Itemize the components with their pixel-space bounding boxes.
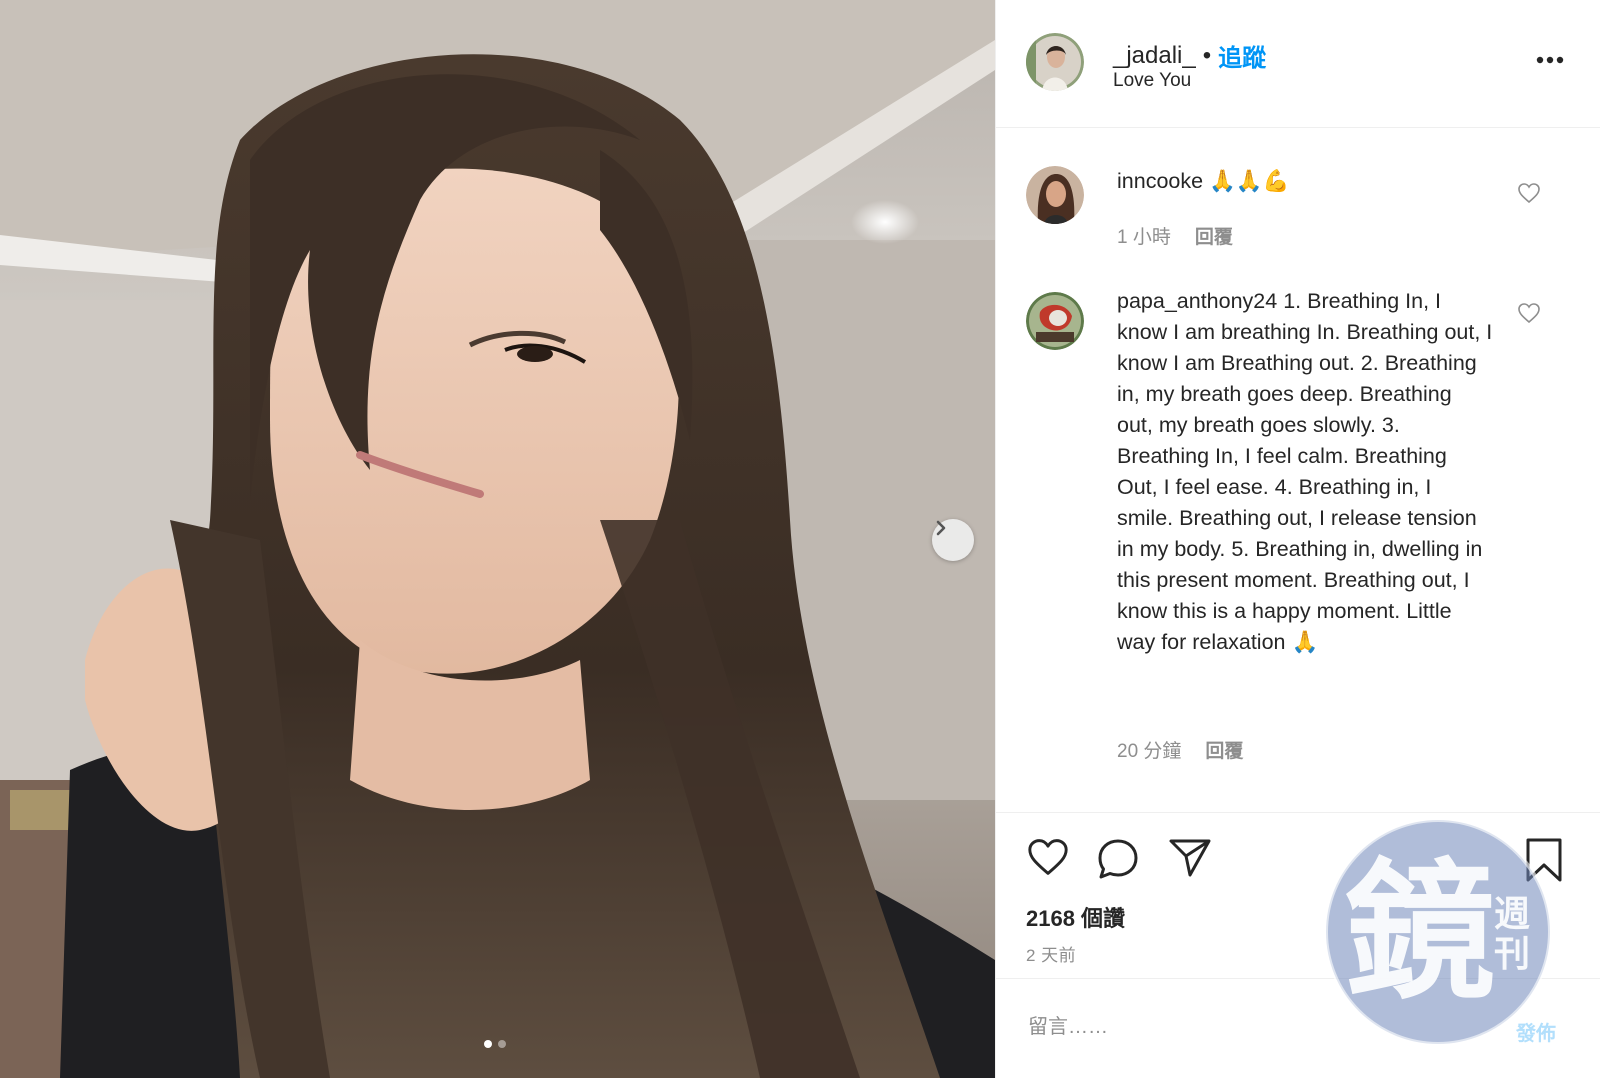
watermark-main-char: 鏡 bbox=[1345, 846, 1495, 1020]
comment-item: inncooke 🙏🙏💪 1 小時 回覆 bbox=[996, 150, 1600, 270]
comment-body: inncooke 🙏🙏💪 bbox=[1117, 166, 1493, 197]
paper-plane-icon bbox=[1169, 839, 1211, 877]
heart-icon bbox=[1028, 839, 1068, 875]
separator-dot: • bbox=[1202, 41, 1212, 69]
post-timestamp[interactable]: 2 天前 bbox=[1026, 941, 1076, 966]
comment-author[interactable]: papa_anthony24 bbox=[1117, 289, 1277, 313]
watermark-sub-char-1: 週 bbox=[1494, 894, 1530, 935]
likes-count[interactable]: 2168 個讚 bbox=[1026, 901, 1125, 933]
comment-item: papa_anthony24 1. Breathing In, I know I … bbox=[996, 278, 1600, 798]
watermark-sub-char-2: 刊 bbox=[1494, 934, 1530, 975]
carousel-indicator bbox=[484, 1040, 506, 1048]
comment-time[interactable]: 20 分鐘 bbox=[1117, 736, 1181, 763]
carousel-dot bbox=[498, 1040, 506, 1048]
comment-meta: 20 分鐘 回覆 bbox=[1117, 736, 1243, 763]
post-header: _jadali_ • 追蹤 Love You bbox=[996, 0, 1600, 128]
avatar[interactable] bbox=[1026, 33, 1084, 91]
carousel-dot-active bbox=[484, 1040, 492, 1048]
next-photo-button[interactable] bbox=[932, 519, 974, 561]
reply-button[interactable]: 回覆 bbox=[1205, 736, 1243, 763]
more-horizontal-icon bbox=[1536, 56, 1564, 64]
comment-button[interactable] bbox=[1096, 837, 1140, 886]
heart-icon bbox=[1518, 303, 1540, 324]
comment-body: papa_anthony24 1. Breathing In, I know I … bbox=[1117, 286, 1493, 658]
more-options-button[interactable] bbox=[1536, 52, 1564, 70]
like-comment-button[interactable] bbox=[1517, 182, 1541, 209]
avatar[interactable] bbox=[1026, 292, 1084, 350]
comment-text: 🙏🙏💪 bbox=[1209, 169, 1290, 193]
comment-text: 1. Breathing In, I know I am breathing I… bbox=[1117, 289, 1493, 654]
like-button[interactable] bbox=[1026, 837, 1070, 882]
post-location[interactable]: Love You bbox=[1113, 70, 1191, 92]
reply-button[interactable]: 回覆 bbox=[1195, 222, 1233, 249]
avatar[interactable] bbox=[1026, 166, 1084, 224]
comment-author[interactable]: inncooke bbox=[1117, 169, 1203, 193]
share-button[interactable] bbox=[1168, 837, 1212, 884]
comment-meta: 1 小時 回覆 bbox=[1117, 222, 1233, 249]
post-photo[interactable] bbox=[0, 0, 995, 1078]
post-username[interactable]: _jadali_ bbox=[1113, 42, 1196, 70]
post-author-row: _jadali_ • 追蹤 bbox=[1113, 38, 1266, 73]
selfie-photo bbox=[0, 0, 995, 1078]
like-comment-button[interactable] bbox=[1517, 302, 1541, 329]
mirror-media-watermark: 鏡 週 刊 bbox=[1322, 816, 1554, 1048]
chevron-right-icon bbox=[936, 520, 946, 536]
comment-bubble-icon bbox=[1098, 839, 1138, 879]
follow-button[interactable]: 追蹤 bbox=[1218, 38, 1266, 73]
heart-icon bbox=[1518, 183, 1540, 204]
comment-time[interactable]: 1 小時 bbox=[1117, 222, 1171, 249]
